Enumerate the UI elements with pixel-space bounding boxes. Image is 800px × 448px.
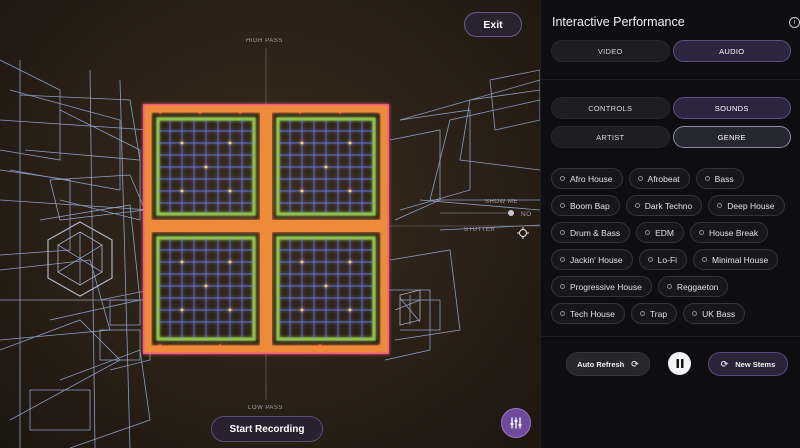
genre-label: House Break <box>708 227 759 238</box>
radio-dot-icon <box>560 311 565 316</box>
radio-dot-icon <box>634 203 640 208</box>
genre-chip[interactable]: Reggaeton <box>657 276 729 297</box>
genre-label: Jackin' House <box>570 254 623 265</box>
radio-dot-icon <box>702 257 708 262</box>
radio-dot-icon <box>639 311 645 316</box>
filter-tabs: ARTIST GENRE <box>551 126 791 148</box>
genre-label: Boom Bap <box>570 200 610 211</box>
tab-video[interactable]: VIDEO <box>551 40 670 62</box>
genre-label: UK Bass <box>702 308 736 319</box>
wireframe-scene <box>0 48 540 448</box>
tab-sounds[interactable]: SOUNDS <box>672 97 791 119</box>
genre-chip[interactable]: Minimal House <box>693 249 779 270</box>
pause-icon <box>676 359 683 368</box>
radio-dot-icon <box>637 176 643 181</box>
genre-chip[interactable]: Progressive House <box>551 276 652 297</box>
genre-label: Trap <box>649 308 668 319</box>
genre-label: Tech House <box>570 308 615 319</box>
sliders-icon <box>510 417 522 429</box>
pause-button[interactable] <box>668 352 691 375</box>
genre-label: Lo-Fi <box>657 254 678 265</box>
genre-chip[interactable]: EDM <box>636 222 684 243</box>
genre-label: EDM <box>655 227 674 238</box>
genre-label: Reggaeton <box>676 281 719 292</box>
radio-dot-icon <box>692 311 698 316</box>
genre-chip[interactable]: Boom Bap <box>551 195 620 216</box>
tab-genre[interactable]: GENRE <box>672 126 791 148</box>
show-me-toggle <box>440 210 514 216</box>
radio-dot-icon <box>560 203 565 208</box>
divider <box>541 79 800 80</box>
radio-dot-icon <box>698 230 704 235</box>
tab-artist[interactable]: ARTIST <box>551 126 670 148</box>
radio-dot-icon <box>647 257 653 262</box>
genre-chip[interactable]: Tech House <box>551 303 625 324</box>
refresh-icon: ⟳ <box>720 358 729 369</box>
info-icon[interactable]: i <box>789 17 800 28</box>
genre-chip[interactable]: Trap <box>630 303 678 324</box>
low-pass-label: LOW PASS <box>248 405 283 411</box>
genre-chip[interactable]: Lo-Fi <box>638 249 688 270</box>
section-tabs: CONTROLS SOUNDS <box>551 97 791 119</box>
radio-dot-icon <box>717 203 723 208</box>
stutter-label: STUTTER <box>464 227 496 233</box>
refresh-icon: ⟳ <box>631 358 639 369</box>
tab-audio[interactable]: AUDIO <box>672 40 791 62</box>
genre-chip[interactable]: Afrobeat <box>628 168 690 189</box>
genre-label: Drum & Bass <box>570 227 621 238</box>
show-me-label: SHOW ME <box>485 199 518 205</box>
mode-tabs: VIDEO AUDIO <box>551 40 791 62</box>
tab-controls[interactable]: CONTROLS <box>551 97 670 119</box>
genre-label: Minimal House <box>712 254 769 265</box>
genre-chip[interactable]: Dark Techno <box>625 195 703 216</box>
genre-chip[interactable]: Jackin' House <box>551 249 633 270</box>
panel-title: Interactive Performance <box>552 15 685 29</box>
exit-button[interactable]: Exit <box>464 12 522 37</box>
genre-list: Afro House Afrobeat Bass Boom Bap Dark T… <box>551 168 796 330</box>
left-wireframe <box>0 59 151 448</box>
auto-refresh-label: Auto Refresh <box>577 359 625 369</box>
genre-chip[interactable]: UK Bass <box>683 303 746 324</box>
genre-label: Afrobeat <box>647 173 680 184</box>
mixer-button[interactable] <box>501 408 531 438</box>
high-pass-label: HIGH PASS <box>246 38 283 44</box>
side-panel: Interactive Performance i VIDEO AUDIO CO… <box>540 0 800 448</box>
divider <box>541 336 800 337</box>
radio-dot-icon <box>645 230 651 235</box>
performance-canvas[interactable]: Exit HIGH PASS LOW PASS SHOW ME NO STUTT… <box>0 0 540 448</box>
auto-refresh-button[interactable]: Auto Refresh ⟳ <box>566 352 650 376</box>
radio-dot-icon <box>560 257 565 262</box>
genre-chip[interactable]: Afro House <box>551 168 623 189</box>
radio-dot-icon <box>560 284 565 289</box>
crosshair-icon[interactable] <box>517 226 529 239</box>
playback-controls: Auto Refresh ⟳ ⟳ New Stems <box>541 350 800 380</box>
start-recording-button[interactable]: Start Recording <box>211 416 323 442</box>
xy-pad-grid <box>143 104 389 354</box>
right-wireframe <box>380 69 540 361</box>
genre-label: Afro House <box>570 173 613 184</box>
genre-label: Progressive House <box>570 281 642 292</box>
radio-dot-icon <box>560 176 565 181</box>
radio-dot-icon <box>560 230 565 235</box>
new-stems-label: New Stems <box>735 359 776 369</box>
new-stems-button[interactable]: ⟳ New Stems <box>708 352 788 376</box>
genre-chip[interactable]: House Break <box>689 222 769 243</box>
genre-label: Dark Techno <box>644 200 693 211</box>
genre-label: Deep House <box>727 200 775 211</box>
genre-chip[interactable]: Deep House <box>708 195 785 216</box>
genre-label: Bass <box>714 173 734 184</box>
genre-chip[interactable]: Drum & Bass <box>551 222 631 243</box>
radio-dot-icon <box>704 176 710 181</box>
genre-chip[interactable]: Bass <box>695 168 744 189</box>
radio-dot-icon <box>666 284 672 289</box>
no-label: NO <box>521 211 532 218</box>
